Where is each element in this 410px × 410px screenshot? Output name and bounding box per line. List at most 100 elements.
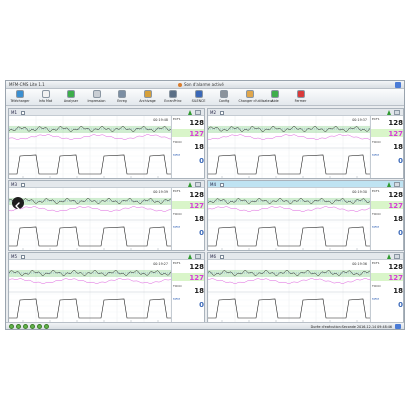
fhr2-value: 127: [388, 274, 403, 282]
trace-time: 00:19:36: [352, 262, 367, 266]
monitor-panel[interactable]: M6 00:19:36 ECF1 128 127 TOCO 18 MFM 0: [207, 252, 404, 323]
close-icon: [296, 90, 305, 98]
main-screen-icon: [169, 90, 177, 98]
monitor-panel[interactable]: M2 00:19:37 ECF1 128 127 TOCO 18 MFM 0: [207, 108, 404, 179]
fm-value: 0: [199, 229, 204, 237]
ctg-trace[interactable]: 00:19:48: [9, 116, 172, 178]
toolbar-button-8[interactable]: Config: [213, 90, 235, 105]
ctg-trace[interactable]: 00:19:36: [208, 260, 371, 322]
monitor-settings-icon[interactable]: [21, 110, 25, 115]
alarm-triangle-icon[interactable]: [387, 254, 391, 259]
fhr-label: ECF1: [173, 261, 181, 265]
monitor-panel[interactable]: M1 00:19:48 ECF1 128 127 TOCO 18 MFM 0: [8, 108, 205, 179]
fhr-value: 128: [388, 263, 403, 271]
ctg-trace[interactable]: 00:19:27: [9, 260, 172, 322]
panel-menu-icon[interactable]: [394, 110, 400, 115]
fhr2-value: 127: [189, 274, 204, 282]
page-3-button[interactable]: [23, 324, 28, 329]
toco-label: TOCO: [372, 284, 381, 288]
volume-icon[interactable]: [395, 324, 401, 329]
panel-header: M3: [9, 181, 204, 188]
alarm-triangle-icon[interactable]: [188, 182, 192, 187]
toolbar-button-2[interactable]: Analyser: [60, 90, 82, 105]
panel-header: M4: [208, 181, 403, 188]
toolbar-button-6[interactable]: EcranPrinc: [162, 90, 184, 105]
alarm-triangle-icon[interactable]: [387, 182, 391, 187]
window-help-icon[interactable]: [395, 82, 401, 88]
panel-menu-icon[interactable]: [195, 110, 201, 115]
toolbar-label: Impression: [87, 99, 106, 103]
monitor-settings-icon[interactable]: [21, 254, 25, 259]
monitor-id: M6: [210, 254, 216, 259]
monitor-panel[interactable]: M3 00:19:39 ECF1 128 127 TOCO 18 MFM 0: [8, 180, 205, 251]
fm-value: 0: [398, 229, 403, 237]
app-window: MFM-CMS Lite 1.1 Son d'alarme activé Tél…: [5, 80, 405, 330]
trace-svg: [208, 116, 371, 178]
monitor-settings-icon[interactable]: [21, 182, 25, 187]
panel-menu-icon[interactable]: [394, 182, 400, 187]
printer-icon: [92, 90, 101, 98]
toolbar-label: Archivage: [139, 99, 156, 103]
monitor-id: M4: [210, 182, 216, 187]
panel-menu-icon[interactable]: [394, 254, 400, 259]
alarm-triangle-icon[interactable]: [387, 110, 391, 115]
ctg-trace[interactable]: 00:19:37: [208, 116, 371, 178]
fhr-label: ECF1: [372, 117, 380, 121]
toco-value: 18: [194, 143, 204, 151]
trace-time: 00:19:48: [153, 118, 168, 122]
toolbar-button-7[interactable]: SILENCE: [188, 90, 210, 105]
fm-label: MFM: [372, 225, 379, 229]
monitor-settings-icon[interactable]: [220, 182, 224, 187]
toco-label: TOCO: [173, 284, 182, 288]
analyze-icon: [67, 90, 75, 98]
main-toolbar: Télécharger Info Mat Analyser Impression Enr…: [6, 89, 404, 106]
toolbar-button-10[interactable]: Aide: [264, 90, 286, 105]
vitals-sidebar: ECF1 128 127 TOCO 18 MFM 0: [171, 188, 204, 250]
trace-time: 00:19:37: [352, 118, 367, 122]
monitor-id: M2: [210, 110, 216, 115]
trace-svg: [9, 260, 172, 322]
toolbar-button-3[interactable]: Impression: [86, 90, 108, 105]
alarm-sound-icon: [178, 82, 182, 87]
toolbar-button-11[interactable]: Fermer: [290, 90, 312, 105]
page-5-button[interactable]: [37, 324, 42, 329]
page-2-button[interactable]: [16, 324, 21, 329]
monitor-id: M1: [11, 110, 17, 115]
toolbar-label: Info Mat: [38, 99, 53, 103]
monitor-panel[interactable]: M4 00:19:30 ECF1 128 127 TOCO 18 MFM 0: [207, 180, 404, 251]
fm-label: MFM: [173, 225, 180, 229]
patient-info-icon: [41, 90, 50, 98]
toolbar-button-1[interactable]: Info Mat: [35, 90, 57, 105]
monitor-settings-icon[interactable]: [220, 254, 224, 259]
previous-page-button[interactable]: [12, 197, 24, 210]
panel-menu-icon[interactable]: [195, 182, 201, 187]
page-4-button[interactable]: [30, 324, 35, 329]
trace-svg: [9, 116, 172, 178]
panel-header: M6: [208, 253, 403, 260]
page-1-button[interactable]: [9, 324, 14, 329]
fhr2-value: 127: [189, 130, 204, 138]
toolbar-button-5[interactable]: Archivage: [137, 90, 159, 105]
fm-label: MFM: [173, 297, 180, 301]
fhr2-value: 127: [388, 202, 403, 210]
trace-time: 00:19:39: [153, 190, 168, 194]
ctg-trace[interactable]: 00:19:39: [9, 188, 172, 250]
trace-svg: [9, 188, 172, 250]
alarm-sound-status: Son d'alarme activé: [184, 82, 224, 87]
toolbar-button-4[interactable]: Enreg: [111, 90, 133, 105]
toolbar-button-0[interactable]: Télécharger: [9, 90, 31, 105]
alarm-triangle-icon[interactable]: [188, 254, 192, 259]
toolbar-label: Fermer: [294, 99, 307, 103]
alarm-triangle-icon[interactable]: [188, 110, 192, 115]
monitor-panel[interactable]: M5 00:19:27 ECF1 128 127 TOCO 18 MFM 0: [8, 252, 205, 323]
fhr-value: 128: [189, 263, 204, 271]
run-duration: Durée d'exécution:Seconde 2016-12-14 09:…: [310, 324, 392, 329]
fhr2-value: 127: [189, 202, 204, 210]
fm-label: MFM: [372, 297, 379, 301]
vitals-sidebar: ECF1 128 127 TOCO 18 MFM 0: [370, 188, 403, 250]
monitor-settings-icon[interactable]: [220, 110, 224, 115]
toolbar-button-9[interactable]: Changer d'utilisateur: [239, 90, 273, 105]
ctg-trace[interactable]: 00:19:30: [208, 188, 371, 250]
page-6-button[interactable]: [44, 324, 49, 329]
panel-menu-icon[interactable]: [195, 254, 201, 259]
